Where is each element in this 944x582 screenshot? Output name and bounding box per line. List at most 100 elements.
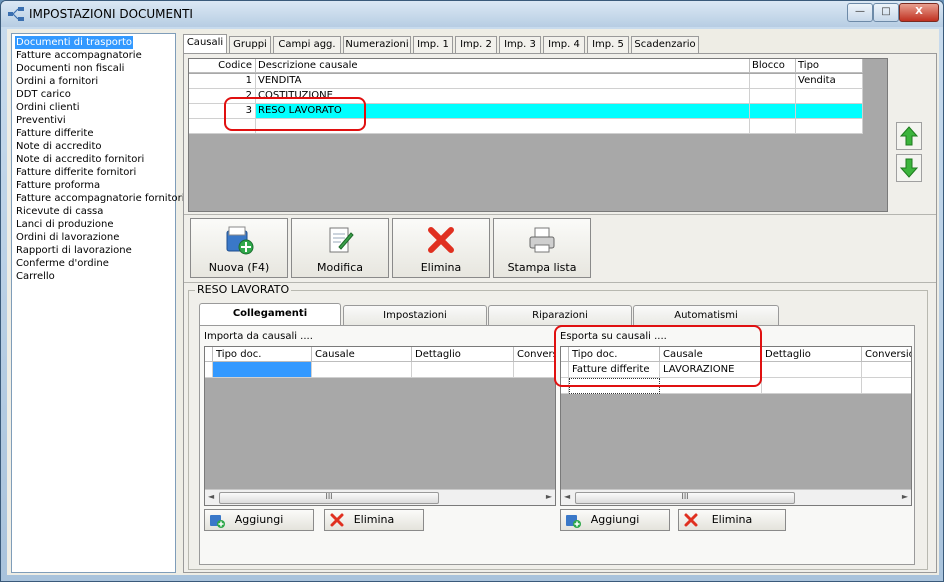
scroll-left-icon[interactable]: ◄ bbox=[564, 492, 570, 501]
column-header-tipo-doc[interactable]: Tipo doc. bbox=[213, 347, 312, 362]
scroll-right-icon[interactable]: ► bbox=[546, 492, 552, 501]
minimize-button[interactable]: — bbox=[847, 3, 873, 22]
table-cell[interactable] bbox=[750, 119, 796, 134]
import-grid[interactable]: Tipo doc. Causale Dettaglio Conversione … bbox=[204, 346, 556, 506]
scroll-left-icon[interactable]: ◄ bbox=[208, 492, 214, 501]
sidebar-item[interactable]: Ricevute di cassa bbox=[15, 205, 104, 218]
tab-causali[interactable]: Causali bbox=[183, 34, 227, 55]
document-type-list[interactable]: Documenti di trasporto Fatture accompagn… bbox=[11, 33, 185, 573]
new-document-icon bbox=[226, 226, 254, 255]
delete-button[interactable]: Elimina bbox=[392, 218, 490, 278]
annotation-highlight-causale bbox=[224, 97, 366, 131]
scroll-thumb[interactable]: III bbox=[575, 492, 795, 504]
collegamenti-panel: Importa da causali .... Esporta su causa… bbox=[199, 325, 915, 565]
column-header-tipo[interactable]: Tipo bbox=[796, 59, 863, 73]
title-bar: IMPOSTAZIONI DOCUMENTI — □ X bbox=[1, 1, 943, 27]
table-cell-selected[interactable] bbox=[796, 104, 863, 119]
grid-cell-selected[interactable] bbox=[213, 362, 312, 378]
sidebar-item[interactable]: Fatture accompagnatorie fornitori bbox=[15, 192, 186, 205]
sidebar-item[interactable]: Fatture differite fornitori bbox=[15, 166, 137, 179]
tab-collegamenti[interactable]: Collegamenti bbox=[199, 303, 341, 327]
print-list-button-label: Stampa lista bbox=[507, 261, 577, 274]
tab-campi-agg[interactable]: Campi agg. bbox=[273, 36, 341, 54]
sidebar-item[interactable]: Documenti non fiscali bbox=[15, 62, 125, 75]
grid-cell[interactable] bbox=[862, 362, 911, 378]
tab-riparazioni[interactable]: Riparazioni bbox=[488, 305, 632, 326]
tab-automatismi[interactable]: Automatismi bbox=[633, 305, 779, 326]
tab-impostazioni[interactable]: Impostazioni bbox=[343, 305, 487, 326]
grid-cell[interactable] bbox=[412, 362, 514, 378]
tab-imp-5[interactable]: Imp. 5 bbox=[587, 36, 629, 54]
table-cell-selected[interactable] bbox=[750, 104, 796, 119]
add-button-label: Aggiungi bbox=[234, 513, 284, 526]
printer-icon bbox=[529, 227, 555, 253]
sidebar-item[interactable]: Fatture differite bbox=[15, 127, 95, 140]
tab-imp-1[interactable]: Imp. 1 bbox=[413, 36, 453, 54]
horizontal-scrollbar[interactable]: ◄ III ► bbox=[205, 489, 555, 505]
annotation-highlight-export bbox=[554, 325, 762, 387]
sidebar-item[interactable]: Note di accredito fornitori bbox=[15, 153, 145, 166]
sidebar-item[interactable]: Conferme d'ordine bbox=[15, 257, 110, 270]
table-cell[interactable] bbox=[796, 89, 863, 104]
delete-button-label: Elimina bbox=[353, 513, 395, 526]
grid-cell[interactable] bbox=[762, 378, 862, 394]
sidebar-item[interactable]: DDT carico bbox=[15, 88, 72, 101]
group-title: RESO LAVORATO bbox=[195, 283, 292, 296]
move-down-button[interactable] bbox=[896, 154, 922, 182]
sidebar-item[interactable]: Ordini di lavorazione bbox=[15, 231, 120, 244]
sidebar-item[interactable]: Preventivi bbox=[15, 114, 67, 127]
app-icon bbox=[8, 7, 24, 21]
tab-gruppi[interactable]: Gruppi bbox=[229, 36, 271, 54]
tab-imp-3[interactable]: Imp. 3 bbox=[499, 36, 541, 54]
row-header-corner bbox=[205, 347, 213, 362]
close-button[interactable]: X bbox=[899, 3, 939, 22]
sidebar-item[interactable]: Carrello bbox=[15, 270, 56, 283]
export-delete-button[interactable]: Elimina bbox=[678, 509, 786, 531]
sidebar-item[interactable]: Ordini clienti bbox=[15, 101, 80, 114]
scroll-right-icon[interactable]: ► bbox=[902, 492, 908, 501]
grid-cell[interactable] bbox=[862, 378, 911, 394]
export-add-button[interactable]: Aggiungi bbox=[560, 509, 670, 531]
sidebar-item[interactable]: Ordini a fornitori bbox=[15, 75, 99, 88]
import-delete-button[interactable]: Elimina bbox=[324, 509, 424, 531]
column-header-descrizione[interactable]: Descrizione causale bbox=[256, 59, 750, 73]
table-cell[interactable]: 1 bbox=[189, 74, 256, 89]
table-cell[interactable]: Vendita bbox=[796, 74, 863, 89]
edit-button[interactable]: Modifica bbox=[291, 218, 389, 278]
import-add-button[interactable]: Aggiungi bbox=[204, 509, 314, 531]
sidebar-item[interactable]: Lanci di produzione bbox=[15, 218, 114, 231]
sidebar-item[interactable]: Fatture proforma bbox=[15, 179, 101, 192]
table-cell[interactable] bbox=[750, 74, 796, 89]
column-header-conversione[interactable]: Conversione bbox=[514, 347, 555, 362]
horizontal-scrollbar[interactable]: ◄ III ► bbox=[561, 489, 911, 505]
move-up-button[interactable] bbox=[896, 122, 922, 150]
grid-cell[interactable] bbox=[312, 362, 412, 378]
table-cell[interactable]: VENDITA bbox=[256, 74, 750, 89]
maximize-button[interactable]: □ bbox=[873, 3, 899, 22]
sidebar-item[interactable]: Documenti di trasporto bbox=[15, 36, 134, 49]
column-header-conversione[interactable]: Conversione bbox=[862, 347, 911, 362]
sidebar-item[interactable]: Rapporti di lavorazione bbox=[15, 244, 133, 257]
print-list-button[interactable]: Stampa lista bbox=[493, 218, 591, 278]
new-button[interactable]: Nuova (F4) bbox=[190, 218, 288, 278]
delete-button-label: Elimina bbox=[420, 261, 462, 274]
tab-imp-2[interactable]: Imp. 2 bbox=[455, 36, 497, 54]
table-cell[interactable] bbox=[796, 119, 863, 134]
window-title: IMPOSTAZIONI DOCUMENTI bbox=[29, 7, 193, 21]
column-header-dettaglio[interactable]: Dettaglio bbox=[412, 347, 514, 362]
scroll-thumb[interactable]: III bbox=[219, 492, 439, 504]
column-header-dettaglio[interactable]: Dettaglio bbox=[762, 347, 862, 362]
column-header-causale[interactable]: Causale bbox=[312, 347, 412, 362]
grid-cell[interactable] bbox=[762, 362, 862, 378]
import-label: Importa da causali .... bbox=[204, 331, 313, 342]
table-cell[interactable] bbox=[750, 89, 796, 104]
tab-numerazioni[interactable]: Numerazioni bbox=[343, 36, 411, 54]
causali-table[interactable]: Codice Descrizione causale Blocco Tipo 1… bbox=[188, 58, 888, 212]
grid-cell[interactable] bbox=[514, 362, 555, 378]
sidebar-item[interactable]: Note di accredito bbox=[15, 140, 103, 153]
tab-scadenzario[interactable]: Scadenzario bbox=[631, 36, 699, 54]
tab-imp-4[interactable]: Imp. 4 bbox=[543, 36, 585, 54]
column-header-codice[interactable]: Codice bbox=[189, 59, 256, 73]
column-header-blocco[interactable]: Blocco bbox=[750, 59, 796, 73]
sidebar-item[interactable]: Fatture accompagnatorie bbox=[15, 49, 143, 62]
